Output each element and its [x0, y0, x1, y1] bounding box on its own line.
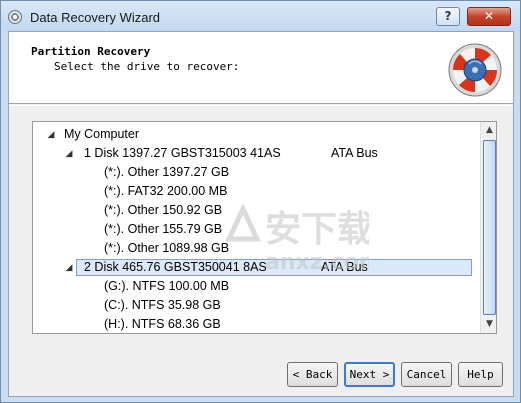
cancel-button[interactable]: Cancel	[401, 362, 452, 387]
partition-label: (*:). Other 150.92 GB	[104, 203, 223, 217]
collapse-arrow-icon[interactable]: ◢	[63, 258, 75, 277]
page-subtitle: Select the drive to recover:	[54, 60, 240, 73]
collapse-arrow-icon[interactable]: ◢	[63, 144, 75, 163]
next-button[interactable]: Next >	[344, 362, 395, 387]
disk-bus: ATA Bus	[331, 146, 378, 160]
scroll-down-icon[interactable]: ▼	[481, 316, 496, 333]
tree-partition-row[interactable]: (H:). NTFS 68.36 GB	[33, 315, 480, 333]
wizard-client: Partition Recovery Select the drive to r…	[8, 31, 514, 397]
partition-label: (H:). NTFS 68.36 GB	[104, 317, 221, 331]
tree-partition-row[interactable]: (*:). Other 155.79 GB	[33, 220, 480, 239]
vertical-scrollbar[interactable]: ▲ ▼	[480, 122, 496, 333]
help-button[interactable]: Help	[458, 362, 503, 387]
back-button[interactable]: < Back	[287, 362, 338, 387]
partition-label: (*:). FAT32 200.00 MB	[104, 184, 228, 198]
partition-label: (*:). Other 1397.27 GB	[104, 165, 230, 179]
scroll-thumb[interactable]	[483, 140, 496, 315]
disk-label: 1 Disk 1397.27 GBST315003 41AS	[84, 146, 281, 160]
disk-bus: ATA Bus	[321, 260, 368, 274]
tree-disk-row-selected[interactable]: ◢ 2 Disk 465.76 GBST350041 8AS ATA Bus	[33, 258, 480, 277]
header-separator	[9, 105, 513, 106]
collapse-arrow-icon[interactable]: ◢	[45, 125, 57, 144]
tree-root[interactable]: ◢ My Computer	[33, 125, 480, 144]
partition-label: (G:). NTFS 100.00 MB	[104, 279, 230, 293]
tree-partition-row[interactable]: (*:). Other 1397.27 GB	[33, 163, 480, 182]
tree-root-label: My Computer	[64, 127, 140, 141]
partition-label: (*:). Other 1089.98 GB	[104, 241, 230, 255]
title-bar[interactable]: Data Recovery Wizard ? ✕	[1, 1, 520, 31]
page-title: Partition Recovery	[31, 45, 151, 58]
drive-tree[interactable]: ◢ My Computer ◢ 1 Disk 1397.27 GBST31500…	[32, 121, 497, 334]
scroll-up-icon[interactable]: ▲	[481, 122, 496, 139]
tree-partition-row[interactable]: (C:). NTFS 35.98 GB	[33, 296, 480, 315]
help-title-button[interactable]: ?	[436, 7, 460, 26]
partition-label: (C:). NTFS 35.98 GB	[104, 298, 221, 312]
wizard-window: Data Recovery Wizard ? ✕ Partition Recov…	[0, 0, 521, 403]
tree-disk-row[interactable]: ◢ 1 Disk 1397.27 GBST315003 41AS ATA Bus	[33, 144, 480, 163]
close-button[interactable]: ✕	[467, 7, 511, 26]
tree-partition-row[interactable]: (G:). NTFS 100.00 MB	[33, 277, 480, 296]
app-disk-icon	[8, 10, 22, 24]
tree-partition-row[interactable]: (*:). Other 1089.98 GB	[33, 239, 480, 258]
disk-label: 2 Disk 465.76 GBST350041 8AS	[84, 260, 267, 274]
tree-partition-row[interactable]: (*:). FAT32 200.00 MB	[33, 182, 480, 201]
partition-label: (*:). Other 155.79 GB	[104, 222, 223, 236]
lifebuoy-disk-icon	[448, 43, 502, 97]
window-title: Data Recovery Wizard	[30, 10, 161, 25]
tree-partition-row[interactable]: (*:). Other 150.92 GB	[33, 201, 480, 220]
wizard-header: Partition Recovery Select the drive to r…	[9, 32, 513, 104]
